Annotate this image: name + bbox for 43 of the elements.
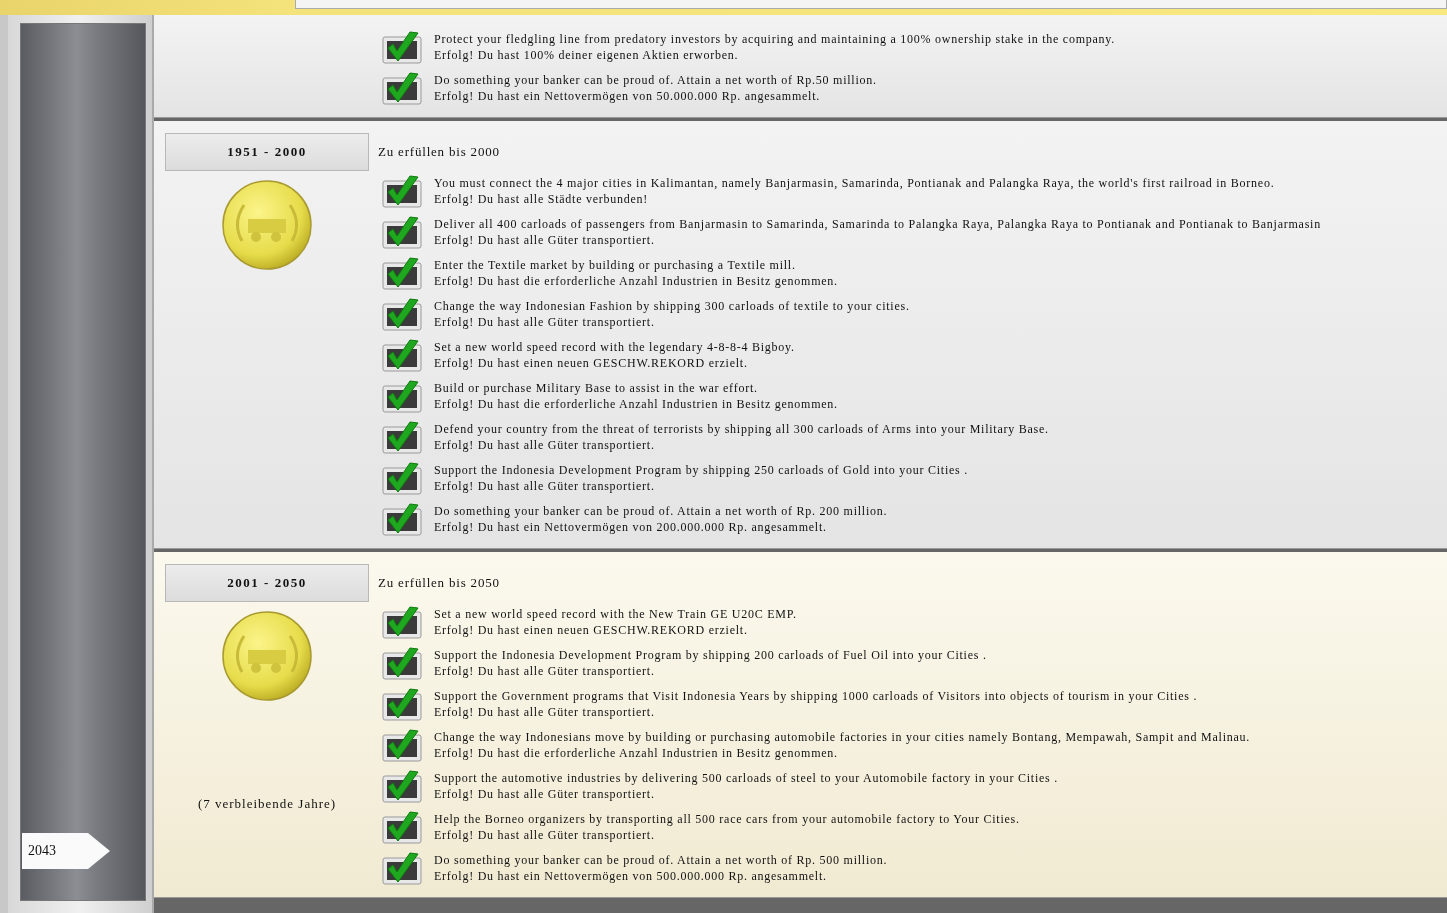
objective-result: Erfolg! Du hast alle Güter transportiert. <box>434 232 656 248</box>
objective-result: Erfolg! Du hast ein Nettovermögen von 200.000.000 Rp. angesammelt. <box>434 519 828 535</box>
objective-text: Build or purchase Military Base to assist in the war effort. <box>434 381 759 397</box>
objective-text: Change the way Indonesians move by building or purchasing automobile factories in your cities namely Bontang, Mempawah, Sampit and Malinau. <box>434 730 1251 746</box>
medal-icon <box>220 179 314 273</box>
objective-text: Support the Government programs that Visit Indonesia Years by shipping 1000 carloads of Visitors into objects of tourism in your Cities . <box>434 689 1198 705</box>
medal-icon <box>220 610 314 704</box>
objective-result: Erfolg! Du hast alle Güter transportiert. <box>434 314 656 330</box>
objective-result: Erfolg! Du hast alle Güter transportiert. <box>434 663 656 679</box>
deadline-text: Zu erfüllen bis 2050 <box>378 574 501 592</box>
objective-result: Erfolg! Du hast die erforderliche Anzahl Industrien in Besitz genommen. <box>434 396 838 412</box>
objective-text: Set a new world speed record with the New Train GE U20C EMP. <box>434 607 797 623</box>
objective-text: Support the Indonesia Development Program by shipping 200 carloads of Fuel Oil into your Cities . <box>434 648 987 664</box>
objective-text: Support the automotive industries by delivering 500 carloads of steel to your Automobile factory in your Cities . <box>434 771 1058 787</box>
objective-result: Erfolg! Du hast alle Güter transportiert. <box>434 704 656 720</box>
objective-text: Protect your fledgling line from predatory investors by acquiring and maintaining a 100% ownership stake in the company. <box>434 32 1116 48</box>
objective-text: Change the way Indonesian Fashion by shipping 300 carloads of textile to your cities. <box>434 299 910 315</box>
objective-result: Erfolg! Du hast einen neuen GESCHW.REKORD erzielt. <box>434 355 749 371</box>
objective-text: Deliver all 400 carloads of passengers from Banjarmasin to Samarinda, Samarinda to Palangka Raya, Palangka Raya to Pontianak and Pontianak to Banjarmasin <box>434 217 1321 233</box>
objective-result: Erfolg! Du hast die erforderliche Anzahl Industrien in Besitz genommen. <box>434 273 838 289</box>
objective-result: Erfolg! Du hast alle Güter transportiert. <box>434 827 656 843</box>
remaining-years: (7 verbleibende Jahre) <box>197 796 337 812</box>
objective-text: Do something your banker can be proud of. Attain a net worth of Rp. 200 million. <box>434 504 888 520</box>
objective-text: Enter the Textile market by building or purchasing a Textile mill. <box>434 258 797 274</box>
objective-text: Do something your banker can be proud of. Attain a net worth of Rp.50 million. <box>434 73 877 89</box>
objective-text: Do something your banker can be proud of. Attain a net worth of Rp. 500 million. <box>434 853 888 869</box>
objective-result: Erfolg! Du hast alle Güter transportiert. <box>434 786 656 802</box>
objective-text: Help the Borneo organizers by transporting all 500 race cars from your automobile factory to Your Cities. <box>434 812 1020 828</box>
objective-result: Erfolg! Du hast ein Nettovermögen von 500.000.000 Rp. angesammelt. <box>434 868 828 884</box>
objective-result: Erfolg! Du hast die erforderliche Anzahl Industrien in Besitz genommen. <box>434 745 839 761</box>
objective-text: You must connect the 4 major cities in Kalimantan, namely Banjarmasin, Samarinda, Pontianak and Palangka Raya, the world's first railroad in Borneo. <box>434 176 1275 192</box>
objective-text: Defend your country from the threat of terrorists by shipping all 300 carloads of Arms into your Military Base. <box>434 422 1049 438</box>
objective-result: Erfolg! Du hast alle Güter transportiert. <box>434 437 656 453</box>
objective-result: Erfolg! Du hast alle Städte verbunden! <box>434 191 650 207</box>
objective-result: Erfolg! Du hast ein Nettovermögen von 50.000.000 Rp. angesammelt. <box>434 88 821 104</box>
era-years: 1951 - 2000 <box>165 133 369 171</box>
objective-result: Erfolg! Du hast 100% deiner eigenen Aktien erworben. <box>434 47 740 63</box>
objective-result: Erfolg! Du hast einen neuen GESCHW.REKORD erzielt. <box>434 622 749 638</box>
deadline-text: Zu erfüllen bis 2000 <box>378 143 501 161</box>
objective-text: Support the Indonesia Development Program by shipping 250 carloads of Gold into your Cities . <box>434 463 969 479</box>
objective-result: Erfolg! Du hast alle Güter transportiert. <box>434 478 656 494</box>
era-years: 2001 - 2050 <box>165 564 369 602</box>
objective-text: Set a new world speed record with the legendary 4-8-8-4 Bigboy. <box>434 340 795 356</box>
